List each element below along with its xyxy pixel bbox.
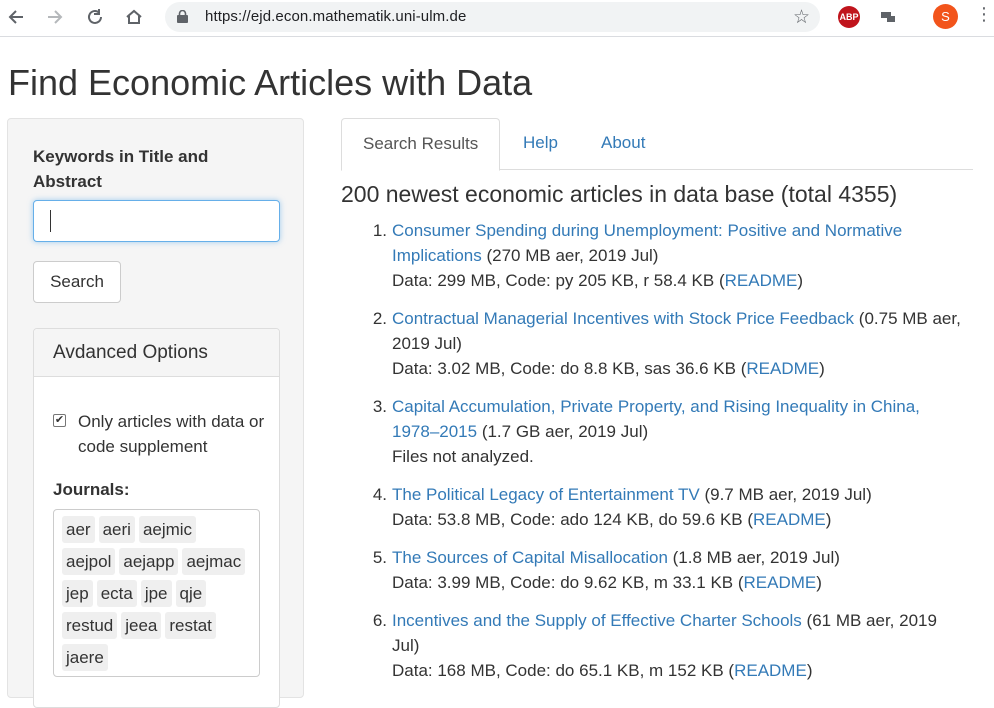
readme-link[interactable]: README [753, 510, 826, 529]
journal-chip[interactable]: restud [62, 612, 118, 639]
advanced-options-panel: Avdanced Options ✔ Only articles with da… [33, 328, 280, 708]
text-caret [50, 210, 51, 232]
extension-icon[interactable] [878, 6, 900, 28]
journal-chip[interactable]: jeea [121, 612, 162, 639]
keywords-input[interactable] [33, 200, 280, 242]
keywords-label: Keywords in Title and Abstract [33, 147, 209, 191]
result-number: 4. [372, 485, 387, 504]
journal-chip[interactable]: jaere [62, 644, 108, 671]
journals-label: Journals: [53, 480, 130, 499]
result-item: 5. The Sources of Capital Misallocation (… [365, 545, 965, 595]
lock-icon [177, 10, 188, 23]
readme-link[interactable]: README [725, 271, 798, 290]
journal-chip[interactable]: jpe [140, 580, 172, 607]
journals-multiselect[interactable]: aer aeri aejmic aejpol aejapp aejmac jep ecta jp… [53, 509, 260, 677]
tab-search-results[interactable]: Search Results [341, 118, 501, 171]
result-data-summary: Files not analyzed. [392, 447, 534, 466]
result-data-summary: Data: 168 MB, Code: do 65.1 KB, m 152 KB… [392, 661, 735, 680]
journal-chip[interactable]: aejpol [62, 548, 116, 575]
back-arrow-icon[interactable] [3, 4, 29, 30]
only-data-label: Only articles with data or code suppleme… [78, 412, 265, 456]
result-item: 4. The Political Legacy of Entertainment … [365, 482, 965, 532]
page-title: Find Economic Articles with Data [8, 62, 533, 103]
result-item: 2. Contractual Managerial Incentives with… [365, 306, 965, 381]
menu-dots-icon[interactable]: ⋮ [975, 5, 993, 23]
tab-about[interactable]: About [580, 118, 666, 170]
adblock-icon[interactable]: ABP [838, 6, 860, 28]
result-item: 3. Capital Accumulation, Private Property… [365, 394, 965, 469]
readme-link[interactable]: README [744, 573, 817, 592]
result-number: 5. [372, 548, 387, 567]
journal-chip[interactable]: restat [165, 612, 216, 639]
home-icon[interactable] [121, 4, 147, 30]
result-data-summary: Data: 3.99 MB, Code: do 9.62 KB, m 33.1 … [392, 573, 744, 592]
journal-chip[interactable]: ecta [96, 580, 137, 607]
journal-chip[interactable]: qje [175, 580, 207, 607]
reload-icon[interactable] [82, 4, 108, 30]
profile-avatar[interactable]: S [933, 4, 958, 29]
result-item: 1. Consumer Spending during Unemployment:… [365, 218, 965, 293]
result-title-link[interactable]: The Political Legacy of Entertainment TV [392, 485, 700, 504]
journal-chip[interactable]: aejapp [119, 548, 179, 575]
result-data-summary: Data: 299 MB, Code: py 205 KB, r 58.4 KB… [392, 271, 725, 290]
result-data-summary: Data: 53.8 MB, Code: ado 124 KB, do 59.6… [392, 510, 754, 529]
result-title-link[interactable]: Contractual Managerial Incentives with S… [392, 309, 854, 328]
journal-chip[interactable]: aejmic [138, 516, 197, 543]
result-item: 6. Incentives and the Supply of Effective… [365, 608, 965, 683]
journal-chip[interactable]: aeri [98, 516, 135, 543]
results-heading: 200 newest economic articles in data bas… [341, 181, 898, 207]
forward-arrow-icon[interactable] [42, 4, 68, 30]
tab-bar: Search Results Help About [341, 118, 973, 171]
journal-chip[interactable]: jep [62, 580, 93, 607]
result-number: 3. [372, 397, 387, 416]
result-number: 6. [372, 611, 387, 630]
advanced-options-heading: Avdanced Options [34, 329, 279, 377]
journal-chip[interactable]: aejmac [182, 548, 246, 575]
result-data-summary: Data: 3.02 MB, Code: do 8.8 KB, sas 36.6… [392, 359, 747, 378]
url-text: https://ejd.econ.mathematik.uni-ulm.de [205, 8, 467, 25]
readme-link[interactable]: README [734, 661, 807, 680]
only-data-checkbox[interactable]: ✔ [53, 414, 66, 427]
tab-help[interactable]: Help [502, 118, 579, 170]
result-meta: (270 MB aer, 2019 Jul) [481, 246, 659, 265]
address-bar[interactable]: https://ejd.econ.mathematik.uni-ulm.de ☆ [165, 2, 820, 32]
result-number: 2. [372, 309, 387, 328]
result-title-link[interactable]: Capital Accumulation, Private Property, … [392, 397, 920, 441]
result-title-link[interactable]: The Sources of Capital Misallocation [392, 548, 668, 567]
search-button[interactable]: Search [33, 261, 121, 303]
search-sidebar: Keywords in Title and Abstract Search Av… [7, 118, 304, 708]
browser-toolbar: https://ejd.econ.mathematik.uni-ulm.de ☆… [0, 0, 994, 37]
result-title-link[interactable]: Incentives and the Supply of Effective C… [392, 611, 802, 630]
result-meta: (1.7 GB aer, 2019 Jul) [477, 422, 649, 441]
readme-link[interactable]: README [746, 359, 819, 378]
results-list: 1. Consumer Spending during Unemployment:… [365, 218, 965, 696]
bookmark-star-icon[interactable]: ☆ [793, 6, 810, 29]
result-meta: (1.8 MB aer, 2019 Jul) [667, 548, 840, 567]
journal-chip[interactable]: aer [62, 516, 95, 543]
result-meta: (9.7 MB aer, 2019 Jul) [699, 485, 872, 504]
result-number: 1. [372, 221, 387, 240]
